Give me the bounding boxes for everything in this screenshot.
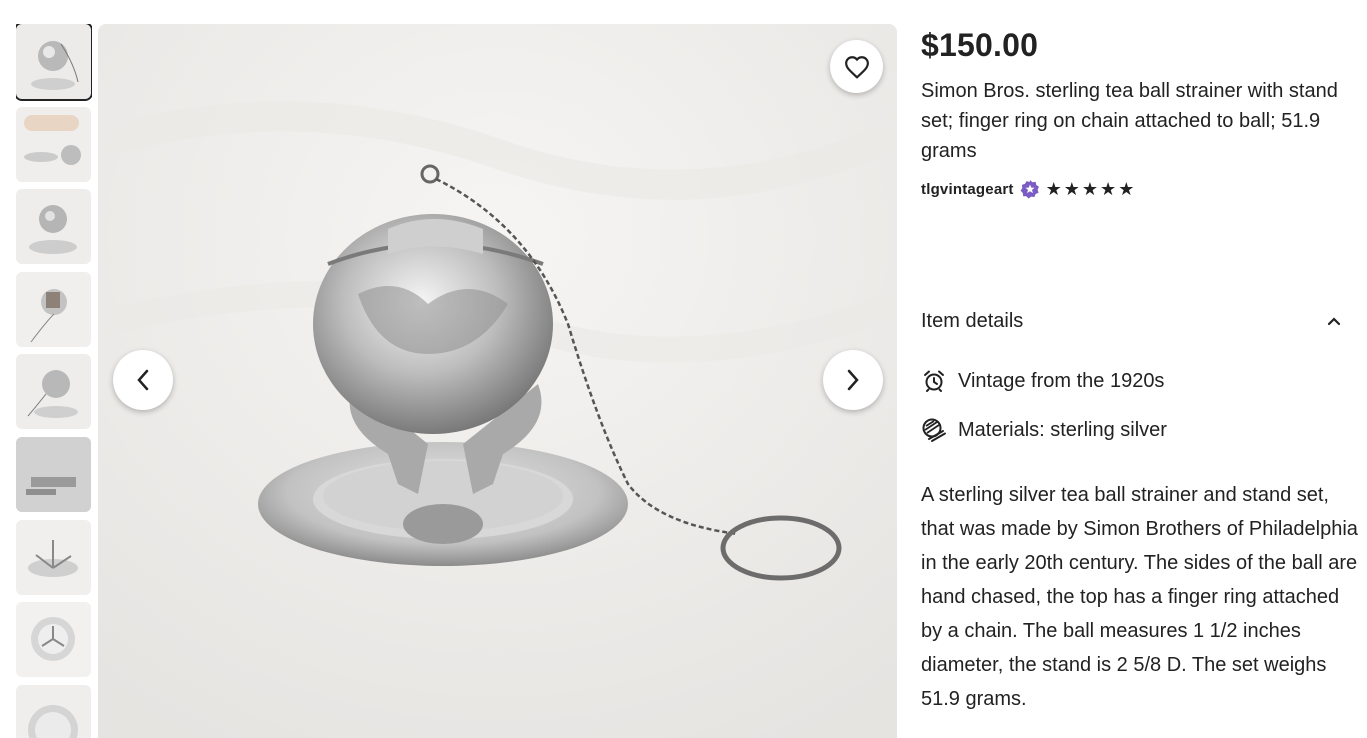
detail-vintage: Vintage from the 1920s xyxy=(921,366,1341,396)
item-details-toggle[interactable]: Item details xyxy=(921,306,1341,336)
star-seller-badge-icon xyxy=(1020,180,1039,199)
heart-icon xyxy=(844,55,869,79)
rating-stars[interactable]: ★ ★ ★ ★ ★ xyxy=(1046,179,1135,199)
listing-title: Simon Bros. sterling tea ball strainer w… xyxy=(921,80,1338,162)
materials-text: Materials: sterling silver xyxy=(958,418,1167,441)
item-details-title: Item details xyxy=(921,309,1024,332)
thumbnail-7[interactable] xyxy=(16,520,91,595)
seller-row: tlgvintageart ★ ★ ★ ★ ★ xyxy=(921,178,1351,200)
previous-image-button[interactable] xyxy=(113,350,173,410)
detail-materials: Materials: sterling silver xyxy=(921,415,1341,445)
thumbnail-strip xyxy=(16,24,92,738)
thumbnail-6[interactable] xyxy=(16,437,91,512)
price: $150.00 xyxy=(921,27,1039,63)
next-image-button[interactable] xyxy=(823,350,883,410)
listing-info-panel: $150.00 Simon Bros. sterling tea ball st… xyxy=(921,24,1351,200)
thumbnail-8[interactable] xyxy=(16,602,91,677)
seller-name-link[interactable]: tlgvintageart xyxy=(921,181,1014,198)
thumbnail-5[interactable] xyxy=(16,354,91,429)
vintage-text: Vintage from the 1920s xyxy=(958,369,1165,392)
favorite-button[interactable] xyxy=(830,40,883,93)
star-icon: ★ xyxy=(1045,179,1062,199)
star-icon: ★ xyxy=(1118,179,1135,199)
chevron-right-icon xyxy=(847,369,859,391)
alarm-clock-icon xyxy=(921,368,947,394)
materials-icon xyxy=(921,417,947,443)
thumbnail-3[interactable] xyxy=(16,189,91,264)
main-product-image xyxy=(98,24,897,738)
item-description: A sterling silver tea ball strainer and … xyxy=(921,484,1358,710)
thumbnail-4[interactable] xyxy=(16,272,91,347)
chevron-up-icon xyxy=(1327,317,1341,326)
chevron-left-icon xyxy=(137,369,149,391)
star-icon: ★ xyxy=(1063,179,1080,199)
star-icon: ★ xyxy=(1100,179,1117,199)
star-icon: ★ xyxy=(1081,179,1099,199)
thumbnail-1[interactable] xyxy=(16,24,92,101)
thumbnail-9[interactable] xyxy=(16,685,91,738)
thumbnail-2[interactable] xyxy=(16,107,91,182)
